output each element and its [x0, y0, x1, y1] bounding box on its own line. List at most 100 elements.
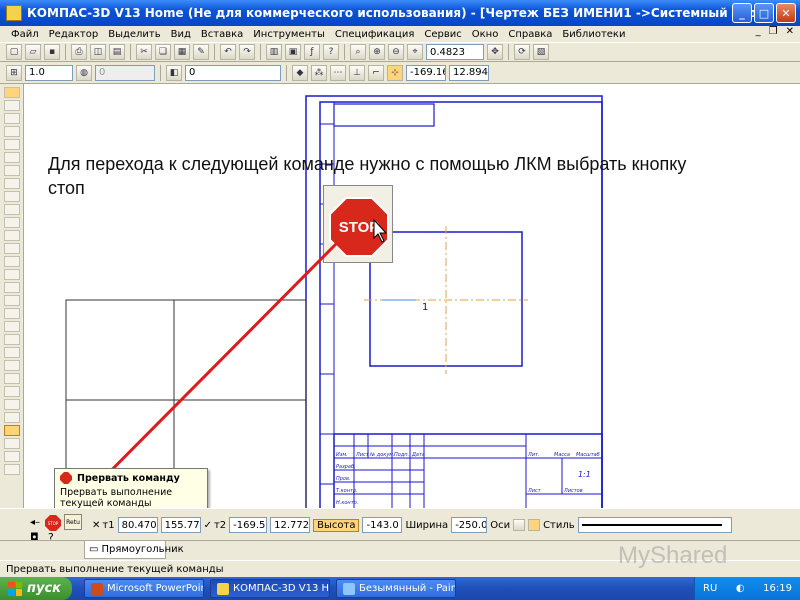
line-width-field[interactable]: 1.0	[25, 64, 73, 81]
tree-icon[interactable]: ▥	[266, 44, 282, 60]
collect-contour-icon[interactable]	[3, 451, 20, 462]
notations-tool-icon[interactable]	[3, 113, 20, 124]
variables-icon[interactable]: ƒ	[304, 44, 320, 60]
menu-insert[interactable]: Вставка	[196, 29, 248, 40]
menu-libraries[interactable]: Библиотеки	[557, 29, 630, 40]
zoom-window-icon[interactable]: ⌕	[350, 44, 366, 60]
menu-help[interactable]: Справка	[503, 29, 557, 40]
local-cs-icon[interactable]: ⌐	[368, 64, 384, 81]
doc-restore-icon[interactable]: ❐	[769, 26, 778, 37]
point-icon[interactable]	[3, 243, 20, 254]
menu-service[interactable]: Сервис	[419, 29, 466, 40]
t1-y-field[interactable]: 155.772	[160, 517, 201, 533]
panel-pin-icon[interactable]: ◂–	[30, 517, 40, 528]
ellipse-icon[interactable]	[3, 308, 20, 319]
contour-icon[interactable]	[3, 373, 20, 384]
pan-icon[interactable]: ✥	[487, 44, 503, 60]
polygon-icon[interactable]	[3, 438, 20, 449]
axes-on-button[interactable]	[528, 519, 541, 531]
axes-off-button[interactable]	[513, 519, 526, 531]
t2-y-field[interactable]: 12.7726	[270, 517, 311, 533]
drawing-canvas[interactable]: 1 Изм. Лист № докум. Подп. Дата Разраб. …	[24, 84, 800, 508]
segment-icon[interactable]	[3, 269, 20, 280]
grid-toggle-icon[interactable]: ▧	[533, 44, 549, 60]
properties-icon[interactable]: ▣	[285, 44, 301, 60]
doc-minimize-icon[interactable]: _	[756, 26, 761, 37]
geometry-tool-icon[interactable]	[3, 87, 20, 98]
zoom-out-icon[interactable]: ⊖	[388, 44, 404, 60]
print-icon[interactable]: ⎙	[71, 44, 87, 60]
menu-file[interactable]: Файл	[6, 29, 44, 40]
open-icon[interactable]: ▱	[25, 44, 41, 60]
copy-icon[interactable]: ❏	[155, 44, 171, 60]
axis-icon[interactable]	[3, 464, 20, 475]
associative-views-icon[interactable]	[3, 178, 20, 189]
t2-x-field[interactable]: -169.52	[229, 517, 268, 533]
chamfer-icon[interactable]	[3, 347, 20, 358]
redo-icon[interactable]: ↷	[239, 44, 255, 60]
manager-icon[interactable]: ▤	[109, 44, 125, 60]
zoom-field[interactable]: 0.4823	[426, 44, 484, 60]
help-pointer-icon[interactable]: ?	[323, 44, 339, 60]
tray-icon[interactable]: ◐	[736, 583, 745, 594]
arc-icon[interactable]	[3, 295, 20, 306]
menu-specification[interactable]: Спецификация	[330, 29, 420, 40]
save-icon[interactable]: ▪	[44, 44, 60, 60]
cut-icon[interactable]: ✂	[136, 44, 152, 60]
bezier-icon[interactable]	[3, 399, 20, 410]
language-indicator[interactable]: RU	[703, 583, 717, 594]
menu-tools[interactable]: Инструменты	[248, 29, 330, 40]
return-button[interactable]: Retu	[64, 514, 82, 530]
t1-x-field[interactable]: 80.4708	[117, 517, 158, 533]
ortho-icon[interactable]: ⊥	[349, 64, 365, 81]
refresh-icon[interactable]: ⟳	[514, 44, 530, 60]
select-tool-icon[interactable]	[3, 165, 20, 176]
rounding-icon[interactable]: ⊹	[387, 64, 403, 81]
fillet-icon[interactable]	[3, 360, 20, 371]
menu-select[interactable]: Выделить	[103, 29, 165, 40]
style-select[interactable]	[577, 517, 732, 533]
maximize-button[interactable]: □	[754, 3, 774, 23]
parametrization-tool-icon[interactable]	[3, 139, 20, 150]
undo-icon[interactable]: ↶	[220, 44, 236, 60]
fragment-library-icon[interactable]	[3, 230, 20, 241]
minimize-button[interactable]: _	[732, 3, 752, 23]
measure-tool-icon[interactable]	[3, 152, 20, 163]
polyline-icon[interactable]	[3, 334, 20, 345]
taskbar-kompas[interactable]: КОМПАС-3D V13 Ho...	[210, 579, 330, 598]
close-button[interactable]: ✕	[776, 3, 796, 23]
aux-line-icon[interactable]	[3, 256, 20, 267]
color-icon[interactable]: ◆	[292, 64, 308, 81]
taskbar-powerpoint[interactable]: Microsoft PowerPoint ...	[84, 579, 204, 598]
lock-icon[interactable]: ⊞	[6, 64, 22, 81]
width-field[interactable]: -250.0	[451, 517, 488, 533]
start-button[interactable]: пуск	[0, 577, 72, 600]
taskbar-paint[interactable]: Безымянный - Paint	[336, 579, 456, 598]
tab-rectangle[interactable]: ▭ Прямоугольник	[84, 541, 184, 559]
menu-window[interactable]: Окно	[467, 29, 504, 40]
circle-icon[interactable]	[3, 282, 20, 293]
spec-tool-icon[interactable]	[3, 191, 20, 202]
height-label[interactable]: Высота	[313, 518, 360, 532]
stop-button[interactable]: STOP	[45, 515, 61, 531]
grid-icon[interactable]: ⋯	[330, 64, 346, 81]
new-document-icon[interactable]: ▢	[6, 44, 22, 60]
insert-tool-icon[interactable]	[3, 217, 20, 228]
layer-field[interactable]: 0	[185, 64, 281, 81]
reports-tool-icon[interactable]	[3, 204, 20, 215]
dimensions-tool-icon[interactable]	[3, 100, 20, 111]
edit-tool-icon[interactable]	[3, 126, 20, 137]
snap-icon[interactable]: ⁂	[311, 64, 327, 81]
menu-view[interactable]: Вид	[166, 29, 196, 40]
equidistant-icon[interactable]	[3, 386, 20, 397]
layers-icon[interactable]: ◧	[166, 64, 182, 81]
format-painter-icon[interactable]: ✎	[193, 44, 209, 60]
zoom-all-icon[interactable]: ⌖	[407, 44, 423, 60]
hatch-icon[interactable]	[3, 412, 20, 423]
paste-icon[interactable]: ▦	[174, 44, 190, 60]
doc-close-icon[interactable]: ✕	[786, 26, 794, 37]
height-field[interactable]: -143.0	[362, 517, 403, 533]
state-icon[interactable]: ◍	[76, 64, 92, 81]
rectangle-tool-icon[interactable]	[3, 425, 20, 436]
spline-icon[interactable]	[3, 321, 20, 332]
